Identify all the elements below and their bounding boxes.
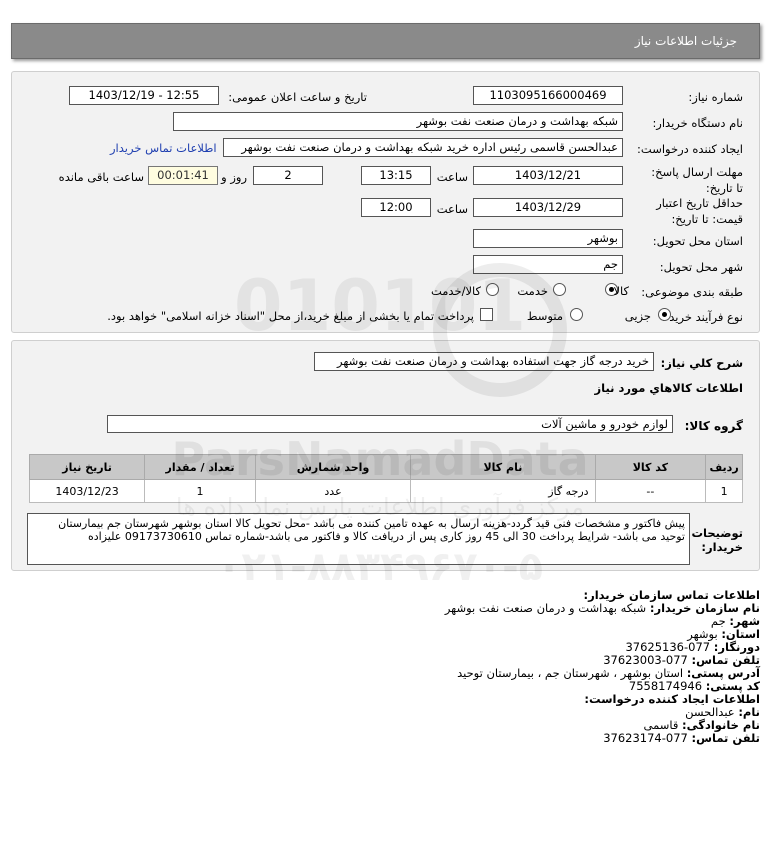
process-label: نوع فرآیند خرید : [661, 310, 743, 324]
announce-label: تاریخ و ساعت اعلان عمومی: [228, 90, 367, 104]
deadline-date-field[interactable]: 1403/12/21 [473, 166, 623, 185]
buyer-label: نام دستگاه خریدار: [652, 116, 743, 130]
contact-fax: دورنگار: 077-37625136 [625, 640, 760, 654]
treasury-payment-note: پرداخت تمام یا بخشی از مبلغ خرید،از محل … [107, 309, 474, 323]
goods-group-label: گروه کالا: [684, 419, 743, 433]
remaining-time-field: 00:01:41 [148, 166, 218, 185]
col-quantity: تعداد / مقدار [144, 454, 256, 480]
category-option-service: خدمت [517, 284, 548, 298]
days-field[interactable]: 2 [253, 166, 323, 185]
creator-family: نام خانوادگی: قاسمی [643, 718, 761, 732]
contact-phone: تلفن تماس: 077-37623003 [603, 653, 760, 667]
contact-province: استان: بوشهر [687, 627, 760, 641]
goods-table: ردیف کد کالا نام کالا واحد شمارش تعداد /… [28, 454, 743, 503]
remaining-label: ساعت باقی مانده [58, 170, 144, 184]
page-header: جزئیات اطلاعات نیاز [11, 23, 760, 59]
col-need-date: تاریخ نیاز [28, 454, 146, 480]
process-radio-minor[interactable] [658, 308, 671, 321]
table-row[interactable]: 1 -- درجه گاز عدد 1 1403/12/23 [28, 479, 743, 503]
creator-label: ایجاد کننده درخواست: [637, 142, 743, 156]
process-option-medium: متوسط [526, 309, 563, 323]
city-label: شهر محل تحویل: [659, 260, 743, 274]
contact-title: اطلاعات تماس سازمان خریدار: [583, 588, 760, 602]
validity-time-label: ساعت [436, 202, 468, 216]
days-label: روز و [221, 170, 247, 184]
contact-address: آدرس پستی: استان بوشهر ، شهرستان جم ، بی… [457, 666, 760, 680]
col-name: نام کالا [410, 454, 596, 480]
process-radio-medium[interactable] [570, 308, 583, 321]
category-option-goods: کالا [613, 284, 629, 298]
need-summary-field[interactable]: خرید درجه گاز جهت استفاده بهداشت و درمان… [314, 352, 654, 371]
deadline-label: مهلت ارسال پاسخ: تا تاریخ: [651, 165, 743, 195]
buyer-contact-link[interactable]: اطلاعات تماس خریدار [110, 141, 217, 155]
need-number-label: شماره نیاز: [688, 90, 743, 104]
goods-info-title: اطلاعات کالاهاي مورد نياز [594, 381, 743, 395]
province-field[interactable]: بوشهر [473, 229, 623, 248]
creator-info-title: اطلاعات ایجاد کننده درخواست: [584, 692, 760, 706]
cell-need-date: 1403/12/23 [28, 479, 146, 503]
category-radio-goods-service[interactable] [486, 283, 499, 296]
page-title: جزئیات اطلاعات نیاز [634, 34, 737, 48]
col-row: ردیف [705, 454, 743, 480]
validity-date-field[interactable]: 1403/12/29 [473, 198, 623, 217]
goods-group-field[interactable]: لوازم خودرو و ماشین آلات [107, 415, 673, 433]
goods-table-header: ردیف کد کالا نام کالا واحد شمارش تعداد /… [28, 454, 743, 480]
need-summary-label: شرح کلي نياز: [660, 356, 743, 370]
creator-phone: تلفن تماس: 077-37623174 [603, 731, 760, 745]
city-field[interactable]: جم [473, 255, 623, 274]
cell-unit: عدد [254, 479, 412, 503]
creator-field[interactable]: عبدالحسن قاسمی رئیس اداره خرید شبکه بهدا… [223, 138, 623, 157]
validity-label: حداقل تاریخ اعتبار قیمت: تا تاریخ: [656, 196, 743, 226]
province-label: استان محل تحویل: [652, 234, 743, 248]
contact-org: نام سازمان خریدار: شبکه بهداشت و درمان ص… [444, 601, 760, 615]
process-option-minor: جزیی [624, 309, 651, 323]
col-code: کد کالا [594, 454, 707, 480]
buyer-field[interactable]: شبکه بهداشت و درمان صنعت نفت بوشهر [173, 112, 623, 131]
deadline-time-label: ساعت [436, 170, 468, 184]
category-label: طبقه بندی موضوعی: [641, 285, 743, 299]
category-option-goods-service: کالا/خدمت [430, 284, 481, 298]
buyer-notes-field[interactable]: پیش فاکتور و مشخصات فنی قید گردد-هزینه ا… [27, 513, 690, 565]
contact-postal-code: کد پستی: 7558174946 [628, 679, 760, 693]
col-unit: واحد شمارش [254, 454, 412, 480]
cell-name: درجه گاز [410, 479, 596, 503]
category-radio-service[interactable] [553, 283, 566, 296]
buyer-notes-label: توضیحات خریدار: [691, 526, 744, 554]
cell-quantity: 1 [144, 479, 256, 503]
treasury-payment-checkbox[interactable] [480, 308, 493, 321]
deadline-time-field[interactable]: 13:15 [361, 166, 431, 185]
cell-row: 1 [705, 479, 743, 503]
contact-city: شهر: جم [710, 614, 760, 628]
need-number-field[interactable]: 1103095166000469 [473, 86, 623, 105]
announce-field[interactable]: 1403/12/19 - 12:55 [69, 86, 219, 105]
cell-code: -- [594, 479, 707, 503]
creator-name: نام: عبدالحسن [685, 705, 760, 719]
validity-time-field[interactable]: 12:00 [361, 198, 431, 217]
